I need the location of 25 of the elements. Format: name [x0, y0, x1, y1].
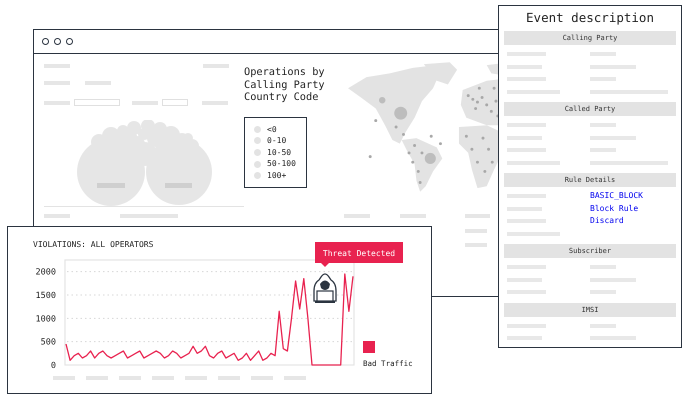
y-axis-label: 1500 — [36, 291, 56, 301]
legend-dot-icon — [254, 172, 261, 180]
legend-label: <0 — [267, 124, 277, 136]
hacker-icon — [313, 273, 337, 303]
map-title: Operations by Calling Party Country Code — [244, 66, 325, 104]
panel-title: Event description — [525, 9, 655, 27]
threat-tooltip: Threat Detected — [315, 242, 403, 267]
y-axis-label: 1000 — [36, 314, 56, 324]
y-axis-label: 0 — [50, 361, 56, 371]
field-value: Block Rule — [590, 202, 638, 215]
legend-dot-icon — [254, 148, 261, 156]
y-axis-label: 500 — [40, 338, 56, 348]
input-field[interactable] — [162, 99, 188, 106]
legend-label: 0-10 — [267, 135, 286, 147]
chart-title: VIOLATIONS: ALL OPERATORS — [33, 240, 154, 249]
legend-dot-icon — [254, 160, 261, 168]
legend-dot-icon — [254, 126, 261, 133]
field-value: Discard — [590, 215, 624, 228]
legend-label: 50-100 — [267, 158, 296, 170]
legend-label: 10-50 — [267, 146, 292, 158]
input-field[interactable] — [74, 99, 120, 106]
y-axis-label: 2000 — [36, 268, 56, 278]
legend-dot-icon — [254, 137, 261, 144]
field-value: BASIC_BLOCK — [590, 190, 643, 202]
legend-label: 100+ — [267, 170, 286, 182]
